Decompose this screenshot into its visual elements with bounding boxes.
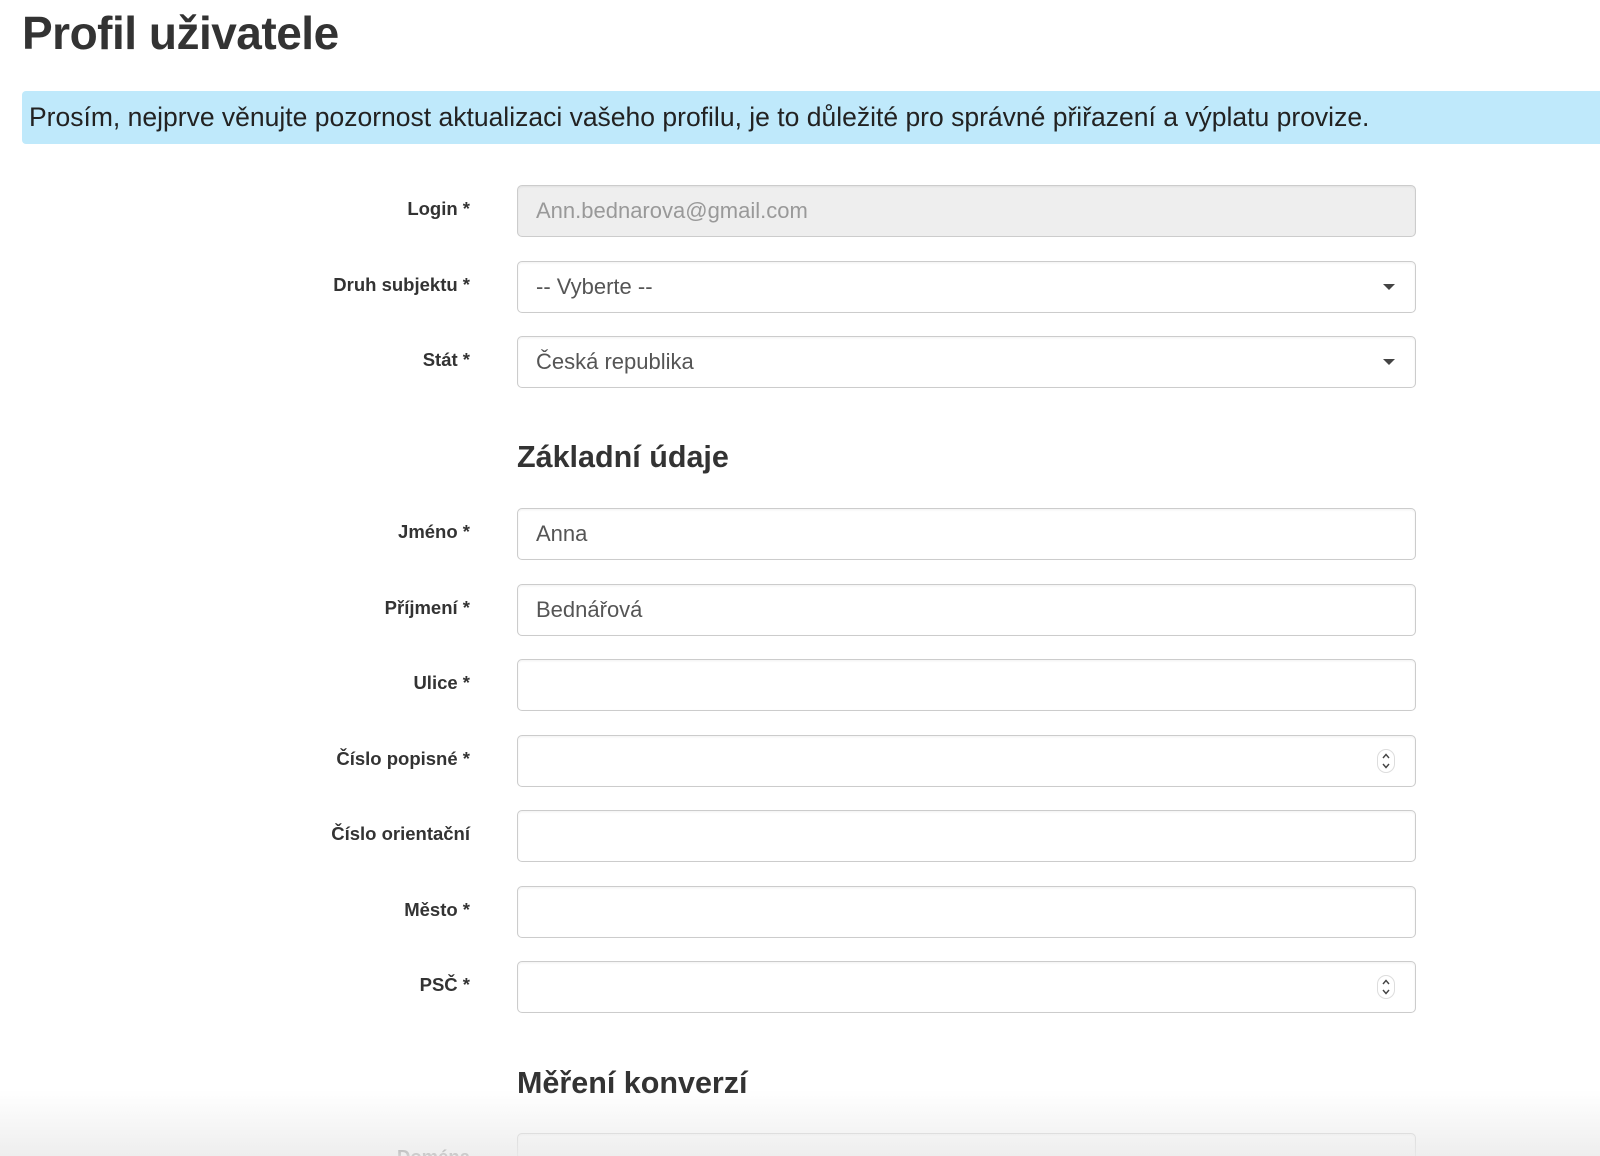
caret-down-icon [1383,284,1395,290]
subject-type-select[interactable]: -- Vyberte -- [517,261,1416,313]
street-label: Ulice * [413,672,470,693]
number-spinner-icon[interactable] [1377,975,1395,999]
house-number-input[interactable] [517,735,1416,787]
country-row: Stát * Česká republika [0,336,1600,388]
number-spinner-icon[interactable] [1377,749,1395,773]
chevron-down-icon [1382,763,1390,769]
country-select[interactable]: Česká republika [517,336,1416,388]
zip-label: PSČ * [419,974,470,995]
house-number-row: Číslo popisné * [0,735,1600,787]
domain-input[interactable] [517,1133,1416,1156]
city-input[interactable] [517,886,1416,938]
last-name-row: Příjmení * Bednářová [0,584,1600,636]
orientation-number-label: Číslo orientační [331,823,470,844]
country-selected: Česká republika [536,349,694,374]
street-input[interactable] [517,659,1416,711]
first-name-row: Jméno * Anna [0,508,1600,560]
info-alert: Prosím, nejprve věnujte pozornost aktual… [22,91,1600,144]
country-label: Stát * [422,349,470,370]
city-label: Město * [404,899,470,920]
last-name-input[interactable]: Bednářová [517,584,1416,636]
basic-info-heading: Základní údaje [517,440,729,474]
last-name-label: Příjmení * [384,597,470,618]
login-value: Ann.bednarova@gmail.com [536,198,808,223]
city-row: Město * [0,886,1600,938]
orientation-number-input[interactable] [517,810,1416,862]
profile-page: Profil uživatele Prosím, nejprve věnujte… [0,0,1600,1156]
subject-type-row: Druh subjektu * -- Vyberte -- [0,261,1600,313]
first-name-value: Anna [536,521,588,546]
conversion-heading: Měření konverzí [517,1066,748,1100]
chevron-up-icon [1382,753,1390,759]
subject-type-label: Druh subjektu * [333,274,470,295]
login-input: Ann.bednarova@gmail.com [517,185,1416,237]
login-label: Login * [407,198,470,219]
zip-row: PSČ * [0,961,1600,1013]
last-name-value: Bednářová [536,597,643,622]
orientation-number-row: Číslo orientační [0,810,1600,862]
chevron-up-icon [1382,979,1390,985]
first-name-label: Jméno * [398,521,470,542]
street-row: Ulice * [0,659,1600,711]
login-row: Login * Ann.bednarova@gmail.com [0,185,1600,237]
house-number-label: Číslo popisné * [336,748,470,769]
domain-row: Doména [0,1133,1600,1156]
subject-type-selected: -- Vyberte -- [536,274,653,299]
domain-label: Doména [397,1133,470,1156]
zip-input[interactable] [517,961,1416,1013]
page-title: Profil uživatele [22,7,339,59]
chevron-down-icon [1382,989,1390,995]
first-name-input[interactable]: Anna [517,508,1416,560]
info-alert-text: Prosím, nejprve věnujte pozornost aktual… [29,102,1370,132]
caret-down-icon [1383,359,1395,365]
